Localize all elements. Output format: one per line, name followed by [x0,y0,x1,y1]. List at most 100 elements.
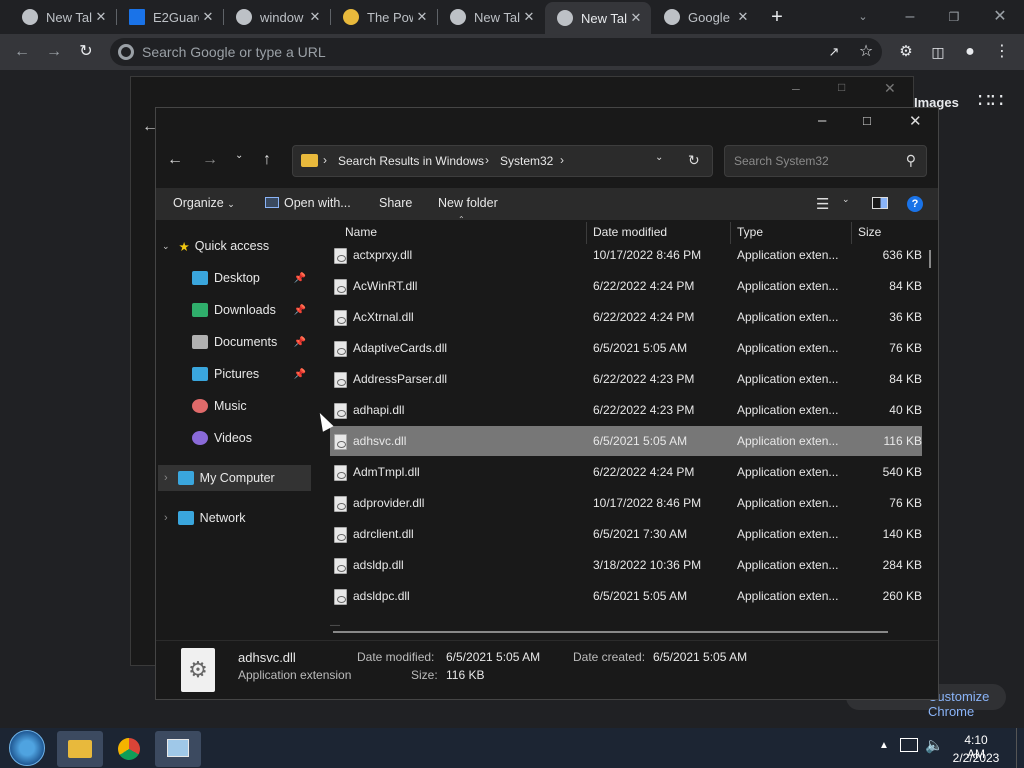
share-icon[interactable]: ↗ [822,40,846,64]
restore-button[interactable]: ❐ [942,5,966,29]
nav-item-pictures[interactable]: Pictures 📌 [192,361,310,387]
extensions-icon[interactable]: ⚙ [894,40,918,64]
address-dropdown-icon[interactable]: ⌄ [655,152,663,163]
nav-my-computer[interactable]: › My Computer [164,465,314,491]
clock-date[interactable]: 2/2/2023 [952,751,1000,765]
nav-forward-icon[interactable]: → [202,151,218,169]
breadcrumb-search-results[interactable]: Search Results in Windows [338,154,484,168]
file-type: Application exten... [737,527,839,541]
refresh-icon[interactable]: ↻ [688,152,700,169]
close-tab-icon[interactable]: ✕ [627,10,645,26]
tab-search-icon[interactable]: ⌄ [851,5,875,29]
browser-tab[interactable]: Google ✕ [652,0,758,34]
omnibox[interactable]: Search Google or type a URL [110,38,882,66]
nav-up-icon[interactable]: ↑ [263,151,271,169]
nav-item-desktop[interactable]: Desktop 📌 [192,265,310,291]
column-header-size[interactable]: Size [858,225,881,239]
start-button[interactable] [9,730,45,766]
taskbar-file-explorer[interactable] [57,731,103,767]
apps-grid-icon[interactable]: ∷∷ [978,90,1003,112]
view-options-icon[interactable]: ☰ [816,195,829,213]
view-chevron-icon[interactable]: ⌄ [842,194,850,205]
profile-icon[interactable]: ● [958,40,982,64]
column-header-date[interactable]: Date modified [593,225,667,239]
explorer-minimize-icon[interactable]: – [818,112,826,129]
browser-tab[interactable]: window ✕ [224,0,330,34]
back-icon[interactable]: ← [10,40,34,64]
file-row[interactable]: adsldpc.dll 6/5/2021 5:05 AM Application e… [330,581,922,611]
file-row[interactable]: AddressParser.dll 6/22/2022 4:23 PM Applic… [330,364,922,394]
file-date: 6/22/2022 4:23 PM [593,403,695,417]
taskbar-chrome[interactable] [106,731,152,767]
file-type: Application exten... [737,589,839,603]
column-header-type[interactable]: Type [737,225,763,239]
file-row[interactable]: AcXtrnal.dll 6/22/2022 4:24 PM Application… [330,302,922,332]
bookmark-star-icon[interactable]: ☆ [854,40,878,64]
nav-item-videos[interactable]: Videos [192,425,310,451]
file-row[interactable]: adsldp.dll 3/18/2022 10:36 PM Application … [330,550,922,580]
forward-icon[interactable]: → [42,40,66,64]
show-hidden-icons[interactable]: ▲ [879,740,889,751]
network-tray-icon[interactable] [900,738,918,752]
browser-tab[interactable]: E2Guarc✕ [117,0,223,34]
organize-button[interactable]: Organize ⌄ [173,196,235,210]
chrome-icon [557,10,573,26]
close-tab-icon[interactable]: ✕ [92,9,110,25]
sort-arrow-icon: ⌃ [458,215,465,224]
nav-item-downloads[interactable]: Downloads 📌 [192,297,310,323]
file-row[interactable]: adhapi.dll 6/22/2022 4:23 PM Application e… [330,395,922,425]
help-icon[interactable]: ? [907,196,923,212]
address-bar[interactable]: › Search Results in Windows › System32 ›… [292,145,713,177]
nav-item-documents[interactable]: Documents 📌 [192,329,310,355]
close-tab-icon[interactable]: ✕ [306,9,324,25]
file-row[interactable]: adhsvc.dll 6/5/2021 5:05 AM Application ex… [330,426,922,456]
volume-icon[interactable]: 🔈 [925,736,944,754]
reload-icon[interactable]: ↻ [74,40,98,64]
file-size: 84 KB [889,279,922,293]
explorer-maximize-icon[interactable]: □ [863,113,871,128]
share-button[interactable]: Share [379,196,412,210]
background-window-restore-icon[interactable]: □ [838,80,845,94]
breadcrumb-system32[interactable]: System32 [500,154,553,168]
browser-tab[interactable]: New Tal ✕ [10,0,116,34]
browser-tab[interactable]: New Tal ✕ [545,2,651,34]
open-with-button[interactable]: Open with... [265,196,351,210]
file-date: 6/22/2022 4:24 PM [593,279,695,293]
nav-network[interactable]: › Network [164,505,314,531]
file-row[interactable]: AdaptiveCards.dll 6/5/2021 5:05 AM Applica… [330,333,922,363]
nav-item-music[interactable]: Music [192,393,310,419]
minimize-button[interactable]: – [898,5,922,29]
file-row[interactable]: actxprxy.dll 10/17/2022 8:46 PM Applicatio… [330,240,922,270]
close-tab-icon[interactable]: ✕ [734,9,752,25]
close-tab-icon[interactable]: ✕ [413,9,431,25]
file-row[interactable]: adrclient.dll 6/5/2021 7:30 AM Application… [330,519,922,549]
taskbar-control-panel[interactable] [155,731,201,767]
close-browser-button[interactable]: ✕ [988,5,1012,29]
explorer-close-icon[interactable]: ✕ [909,112,922,130]
recent-locations-icon[interactable]: ⌄ [235,150,243,161]
show-desktop-button[interactable] [1016,728,1024,768]
new-folder-button[interactable]: New folder [438,196,498,210]
browser-tab[interactable]: New Tal ✕ [438,0,544,34]
nav-quick-access[interactable]: ⌄ ★ Quick access [162,233,312,259]
close-tab-icon[interactable]: ✕ [520,9,538,25]
background-window-close-icon[interactable]: ✕ [884,80,896,97]
google-icon [664,9,680,25]
file-row[interactable]: AcWinRT.dll 6/22/2022 4:24 PM Application … [330,271,922,301]
new-tab-button[interactable]: + [765,5,789,29]
nav-back-icon[interactable]: ← [167,151,183,169]
file-row[interactable]: adprovider.dll 10/17/2022 8:46 PM Applicat… [330,488,922,518]
pin-icon: 📌 [293,304,306,316]
search-input[interactable]: Search System32 ⚲ [724,145,927,177]
file-row[interactable]: AdmTmpl.dll 6/22/2022 4:24 PM Application … [330,457,922,487]
browser-tab[interactable]: The Pow✕ [331,0,437,34]
close-tab-icon[interactable]: ✕ [199,9,217,25]
horizontal-scrollbar[interactable] [333,631,888,633]
column-header-name[interactable]: Name [345,225,377,239]
background-window-minimize-icon[interactable]: – [792,80,800,96]
side-panel-icon[interactable]: ◫ [926,40,950,64]
menu-icon[interactable]: ⋮ [990,40,1014,64]
vertical-scrollbar[interactable] [929,250,931,268]
tab-title: window [260,9,304,25]
preview-pane-icon[interactable] [872,197,888,209]
